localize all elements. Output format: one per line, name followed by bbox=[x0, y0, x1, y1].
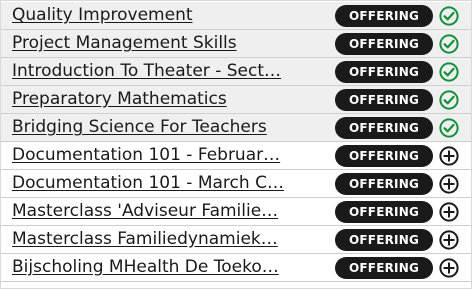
offering-badge: OFFERING bbox=[335, 89, 433, 111]
offering-badge: OFFERING bbox=[335, 117, 433, 139]
plus-circle-icon[interactable] bbox=[439, 146, 459, 166]
plus-circle-icon[interactable] bbox=[439, 174, 459, 194]
course-row: Masterclass Familiedynamiek… OFFERING bbox=[1, 226, 471, 254]
plus-circle-icon[interactable] bbox=[439, 202, 459, 222]
offering-badge: OFFERING bbox=[335, 33, 433, 55]
course-row: Documentation 101 - Februar… OFFERING bbox=[1, 142, 471, 170]
course-row: Bijscholing MHealth De Toeko… OFFERING bbox=[1, 254, 471, 282]
course-title-link[interactable]: Masterclass 'Adviseur Familie… bbox=[12, 198, 330, 225]
course-row: Preparatory Mathematics OFFERING bbox=[1, 86, 471, 114]
course-list: Quality Improvement OFFERING Project Manag… bbox=[0, 0, 472, 289]
course-title-link[interactable]: Quality Improvement bbox=[12, 2, 330, 29]
course-title-link[interactable]: Masterclass Familiedynamiek… bbox=[12, 226, 330, 253]
offering-badge: OFFERING bbox=[335, 5, 433, 27]
course-row: Bridging Science For Teachers OFFERING bbox=[1, 114, 471, 142]
check-circle-icon[interactable] bbox=[439, 62, 459, 82]
offering-badge: OFFERING bbox=[335, 173, 433, 195]
offering-badge: OFFERING bbox=[335, 145, 433, 167]
plus-circle-icon[interactable] bbox=[439, 230, 459, 250]
course-row: Introduction To Theater - Sect… OFFERING bbox=[1, 58, 471, 86]
course-row: Project Management Skills OFFERING bbox=[1, 30, 471, 58]
offering-badge: OFFERING bbox=[335, 61, 433, 83]
course-title-link[interactable]: Project Management Skills bbox=[12, 30, 330, 57]
course-title-link[interactable]: Preparatory Mathematics bbox=[12, 86, 330, 113]
course-title-link[interactable]: Bijscholing MHealth De Toeko… bbox=[12, 254, 330, 281]
course-title-link[interactable]: Documentation 101 - March C… bbox=[12, 170, 330, 197]
offering-badge: OFFERING bbox=[335, 229, 433, 251]
course-row: Masterclass 'Adviseur Familie… OFFERING bbox=[1, 198, 471, 226]
check-circle-icon[interactable] bbox=[439, 90, 459, 110]
check-circle-icon[interactable] bbox=[439, 118, 459, 138]
course-row: Quality Improvement OFFERING bbox=[1, 2, 471, 30]
check-circle-icon[interactable] bbox=[439, 6, 459, 26]
course-row: Documentation 101 - March C… OFFERING bbox=[1, 170, 471, 198]
check-circle-icon[interactable] bbox=[439, 34, 459, 54]
course-title-link[interactable]: Introduction To Theater - Sect… bbox=[12, 58, 330, 85]
plus-circle-icon[interactable] bbox=[439, 258, 459, 278]
course-title-link[interactable]: Documentation 101 - Februar… bbox=[12, 142, 330, 169]
course-title-link[interactable]: Bridging Science For Teachers bbox=[12, 114, 330, 141]
offering-badge: OFFERING bbox=[335, 201, 433, 223]
offering-badge: OFFERING bbox=[335, 257, 433, 279]
